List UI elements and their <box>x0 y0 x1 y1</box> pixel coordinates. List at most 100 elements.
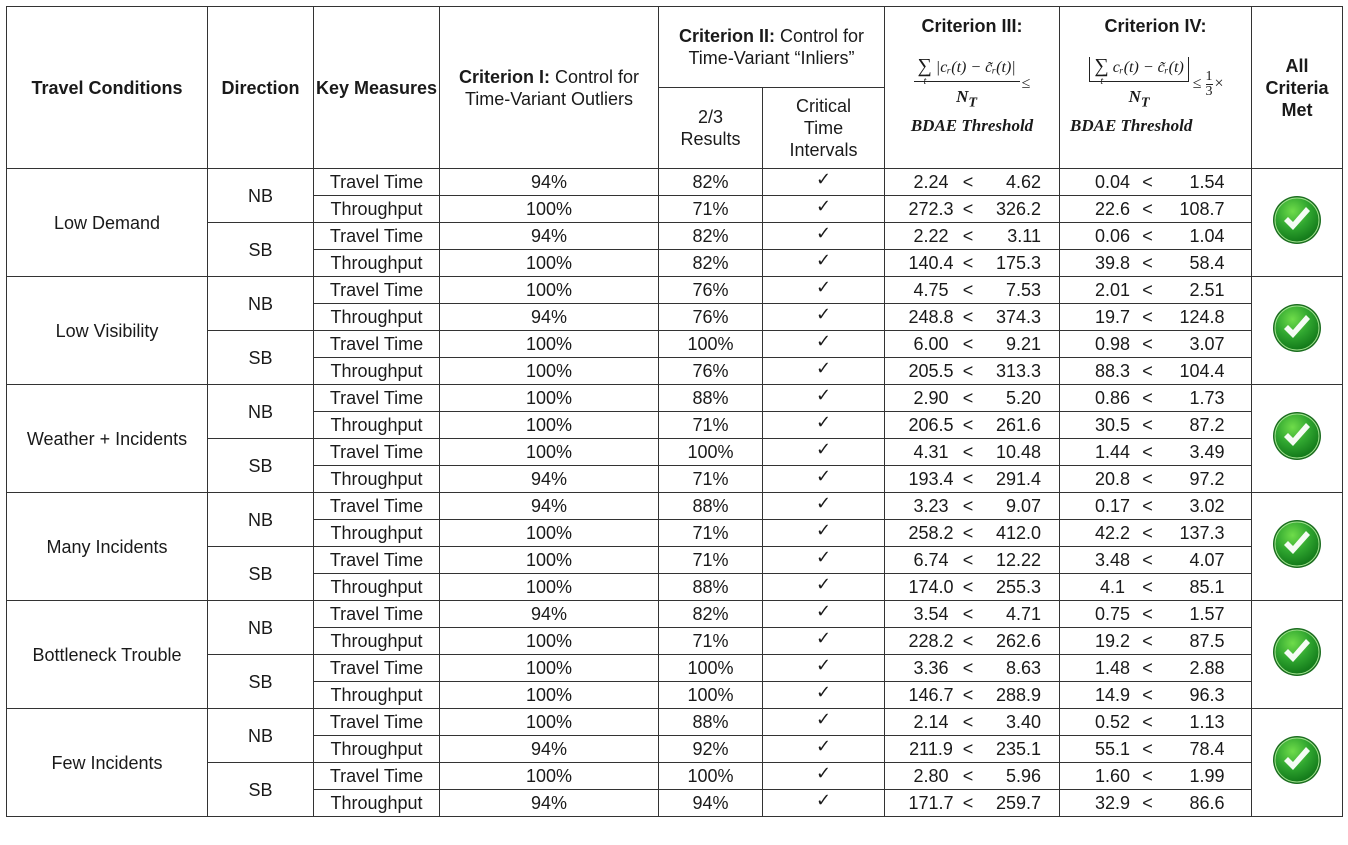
criterion-4-comparison: 88.3 <104.4 <box>1059 357 1252 385</box>
criterion-3-comparison: 171.7 <259.7 <box>884 789 1060 817</box>
observed-value: 55.1 <box>1094 739 1131 759</box>
observed-value: 22.6 <box>1094 199 1131 219</box>
criterion-2-critical-cell: ✓ <box>762 654 885 682</box>
threshold-value: 3.02 <box>1189 496 1225 516</box>
observed-value: 19.7 <box>1094 307 1131 327</box>
threshold-value: 9.21 <box>1005 334 1041 354</box>
checkmark-icon: ✓ <box>815 519 832 541</box>
criterion-4-comparison: 1.60 <1.99 <box>1059 762 1252 790</box>
threshold-value: 175.3 <box>995 253 1041 273</box>
table-body: Low Demand NB Travel Time 94% 82% ✓ 2.24 <4.62 0… <box>6 168 1343 817</box>
observed-value: 30.5 <box>1094 415 1131 435</box>
criterion-3-threshold: BDAE Threshold <box>910 116 1034 136</box>
header-all-criteria-met: All Criteria Met <box>1251 6 1343 169</box>
threshold-value: 262.6 <box>995 631 1041 651</box>
checkmark-icon: ✓ <box>815 654 832 676</box>
criterion-2-critical-cell: ✓ <box>762 222 885 250</box>
less-than-sign: < <box>1142 334 1153 354</box>
criterion-2-two-thirds-value: 71% <box>658 195 763 223</box>
threshold-value: 104.4 <box>1179 361 1225 381</box>
checkmark-icon: ✓ <box>815 762 832 784</box>
observed-value: 6.74 <box>913 550 949 570</box>
direction-cell: NB <box>207 708 314 763</box>
criterion-2-critical-cell: ✓ <box>762 357 885 385</box>
observed-value: 3.48 <box>1094 550 1131 570</box>
criterion-4-comparison: 1.48 <2.88 <box>1059 654 1252 682</box>
key-measure-cell: Throughput <box>313 249 440 277</box>
key-measure-cell: Throughput <box>313 627 440 655</box>
criterion-2-two-thirds-value: 92% <box>658 735 763 763</box>
threshold-value: 261.6 <box>995 415 1041 435</box>
threshold-value: 374.3 <box>995 307 1041 327</box>
threshold-value: 255.3 <box>995 577 1041 597</box>
criterion-2-two-thirds-value: 71% <box>658 465 763 493</box>
less-than-sign: < <box>962 739 974 759</box>
observed-value: 228.2 <box>908 631 954 651</box>
direction-cell: SB <box>207 438 314 493</box>
observed-value: 6.00 <box>913 334 949 354</box>
criterion-2-critical-cell: ✓ <box>762 600 885 628</box>
all-criteria-met-cell <box>1251 276 1343 385</box>
sigma-symbol: ∑ t <box>917 55 932 87</box>
criterion-4-comparison: 19.2 <87.5 <box>1059 627 1252 655</box>
header-criterion-2: Criterion II: Control for Time-Variant “… <box>658 6 885 88</box>
observed-value: 4.75 <box>913 280 949 300</box>
criterion-2-critical-cell: ✓ <box>762 465 885 493</box>
observed-value: 32.9 <box>1094 793 1131 813</box>
criterion-2-two-thirds-value: 76% <box>658 303 763 331</box>
criterion-2-critical-cell: ✓ <box>762 411 885 439</box>
less-than-sign: < <box>962 280 974 300</box>
criterion-3-comparison: 258.2 <412.0 <box>884 519 1060 547</box>
less-than-sign: < <box>1142 793 1153 813</box>
criterion-4-formula: ∑ t cᵣ(t) − c̃ᵣ(t) NT ≤ 1 3 × BDAE Threshol… <box>1060 56 1251 135</box>
criterion-4-comparison: 30.5 <87.2 <box>1059 411 1252 439</box>
checkmark-icon: ✓ <box>815 276 832 298</box>
observed-value: 14.9 <box>1094 685 1131 705</box>
observed-value: 0.75 <box>1094 604 1131 624</box>
criterion-3-comparison: 140.4 <175.3 <box>884 249 1060 277</box>
criterion-2-two-thirds-value: 82% <box>658 222 763 250</box>
observed-value: 140.4 <box>908 253 954 273</box>
all-criteria-met-cell <box>1251 708 1343 817</box>
checkmark-icon: ✓ <box>815 411 832 433</box>
less-than-sign: < <box>962 334 974 354</box>
checkmark-icon: ✓ <box>815 222 832 244</box>
key-measure-cell: Travel Time <box>313 654 440 682</box>
checkmark-icon: ✓ <box>815 168 832 190</box>
checkmark-icon: ✓ <box>815 708 832 730</box>
observed-value: 205.5 <box>908 361 954 381</box>
criterion-3-comparison: 206.5 <261.6 <box>884 411 1060 439</box>
key-measure-cell: Throughput <box>313 411 440 439</box>
criterion-2-two-thirds-value: 82% <box>658 168 763 196</box>
observed-value: 3.36 <box>913 658 949 678</box>
direction-cell: NB <box>207 384 314 439</box>
observed-value: 4.1 <box>1099 577 1126 597</box>
header-key-measures: Key Measures <box>313 6 440 169</box>
checkmark-icon: ✓ <box>815 249 832 271</box>
criterion-1-value: 100% <box>439 627 659 655</box>
table-row: SB Travel Time 100% 71% ✓ 6.74 <12.22 3.48 <4.07 <box>7 546 1343 601</box>
criterion-1-value: 94% <box>439 492 659 520</box>
threshold-value: 1.73 <box>1189 388 1225 408</box>
all-criteria-met-cell <box>1251 168 1343 277</box>
observed-value: 1.60 <box>1094 766 1131 786</box>
criterion-1-value: 100% <box>439 330 659 358</box>
threshold-value: 10.48 <box>995 442 1041 462</box>
key-measure-cell: Travel Time <box>313 438 440 466</box>
criterion-3-comparison: 2.22 <3.11 <box>884 222 1060 250</box>
observed-value: 1.48 <box>1094 658 1131 678</box>
green-check-circle-icon <box>1273 736 1321 784</box>
threshold-value: 288.9 <box>995 685 1041 705</box>
direction-cell: SB <box>207 330 314 385</box>
less-than-sign: < <box>1142 469 1153 489</box>
threshold-value: 235.1 <box>995 739 1041 759</box>
criterion-3-formula: ∑ t |cᵣ(t) − c̃ᵣ(t)| NT ≤ BDAE Threshold <box>885 55 1059 136</box>
threshold-value: 1.99 <box>1189 766 1225 786</box>
observed-value: 0.04 <box>1094 172 1131 192</box>
criterion-4-comparison: 55.1 <78.4 <box>1059 735 1252 763</box>
observed-value: 20.8 <box>1094 469 1131 489</box>
threshold-value: 4.62 <box>1005 172 1041 192</box>
table-row: SB Travel Time 100% 100% ✓ 3.36 <8.63 1.48 <2.88 <box>7 654 1343 709</box>
all-criteria-met-cell <box>1251 600 1343 709</box>
criterion-4-comparison: 0.86 <1.73 <box>1059 384 1252 412</box>
